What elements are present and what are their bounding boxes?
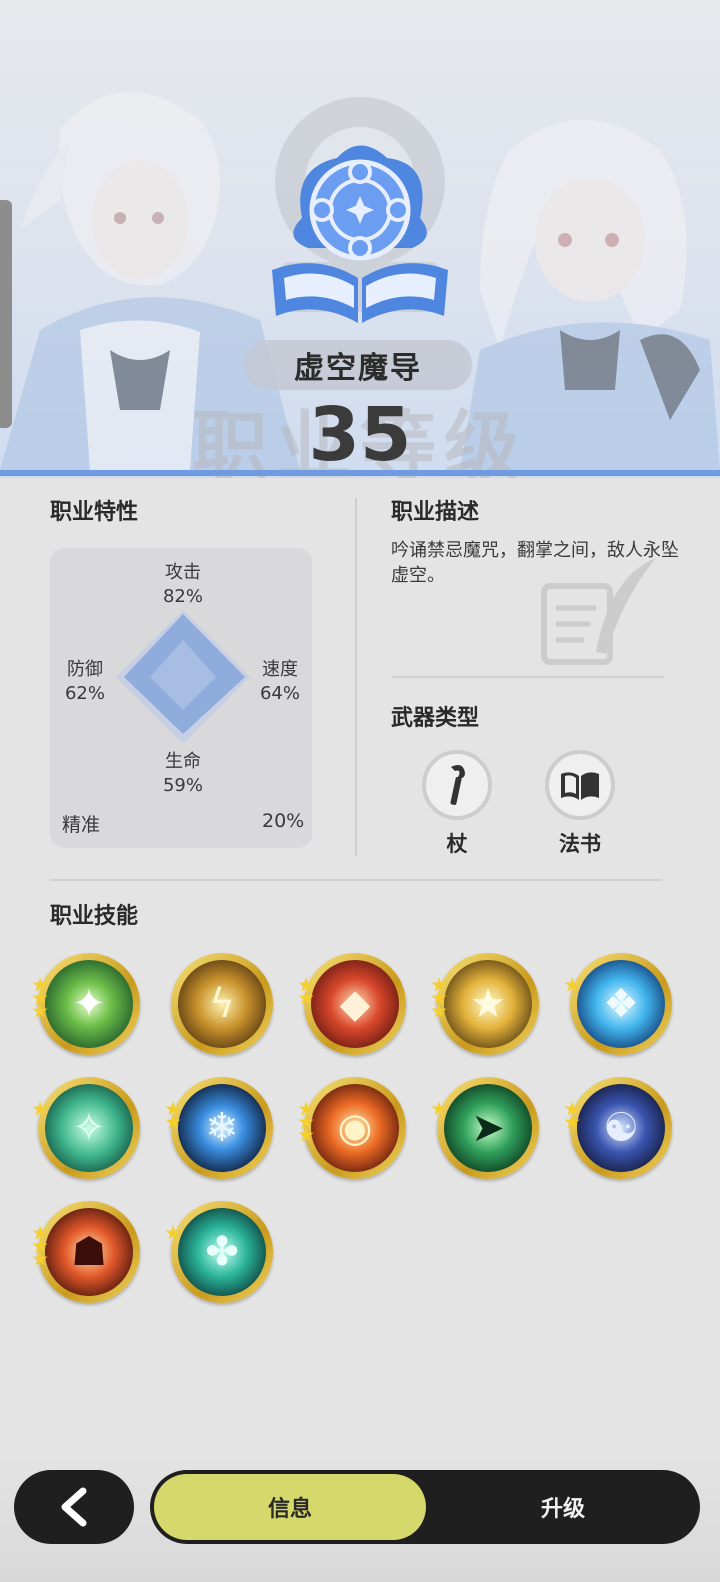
skill-slot[interactable]: ϟ [171, 953, 273, 1055]
description-title: 职业描述 [391, 500, 480, 525]
skill-star-rank [564, 1101, 584, 1129]
stat-defense-value: 62% [64, 683, 105, 704]
skill-slot[interactable]: ◆ [298, 953, 406, 1055]
tab-info[interactable]: 信息 [154, 1474, 426, 1540]
skill-star-rank [431, 1101, 451, 1116]
spellbook-icon [545, 750, 615, 820]
weapon-staff-label: 杖 [446, 832, 468, 856]
skill-slot[interactable]: ✤ [165, 1201, 273, 1303]
class-level: 35 [308, 392, 412, 478]
skill-icon: ☗ [45, 1208, 133, 1296]
back-button[interactable] [14, 1470, 134, 1544]
skill-slot[interactable]: ✦ [32, 953, 140, 1055]
header-divider [0, 470, 720, 476]
traits-title: 职业特性 [50, 500, 139, 525]
stat-speed-label: 速度 [262, 659, 298, 680]
stat-precision-label: 精准 [62, 814, 101, 836]
skill-icon: ϟ [178, 960, 266, 1048]
skill-star-rank [32, 1225, 52, 1266]
stat-attack-value: 82% [162, 586, 203, 607]
skill-icon: ➤ [444, 1084, 532, 1172]
chevron-left-icon [61, 1487, 87, 1527]
skill-star-rank [32, 1101, 52, 1116]
skill-slot[interactable]: ☯ [564, 1077, 672, 1179]
stat-life-value: 59% [162, 775, 203, 796]
skill-icon: ◉ [311, 1084, 399, 1172]
stat-attack: 攻击 82% [148, 561, 218, 609]
tab-upgrade[interactable]: 升级 [430, 1474, 696, 1540]
skill-star-rank [564, 977, 584, 992]
skill-slot[interactable]: ➤ [431, 1077, 539, 1179]
skill-icon: ✧ [45, 1084, 133, 1172]
skills-title: 职业技能 [50, 904, 139, 929]
stat-defense-label: 防御 [67, 659, 103, 680]
skill-slot[interactable]: ☗ [32, 1201, 140, 1303]
skills-divider [50, 879, 662, 881]
class-name: 虚空魔导 [244, 340, 472, 390]
column-divider [355, 498, 357, 856]
skill-icon: ✦ [45, 960, 133, 1048]
skill-star-rank [165, 1225, 185, 1240]
stat-life-label: 生命 [165, 751, 201, 772]
weapon-staff[interactable]: 杖 [417, 750, 497, 858]
skill-star-rank [431, 977, 451, 1018]
description-divider [392, 676, 664, 678]
void-mage-emblem-icon [272, 145, 448, 323]
skill-icon: ☯ [577, 1084, 665, 1172]
tab-bar: 信息 升级 [150, 1470, 700, 1544]
skill-icon: ★ [444, 960, 532, 1048]
skill-star-rank [298, 977, 318, 1005]
skill-icon: ❄ [178, 1084, 266, 1172]
staff-icon [422, 750, 492, 820]
skill-star-rank [298, 1101, 318, 1142]
stat-life: 生命 59% [148, 750, 218, 798]
skill-icon: ✤ [178, 1208, 266, 1296]
skill-slot[interactable]: ❄ [165, 1077, 273, 1179]
skill-star-rank [165, 1101, 185, 1129]
skill-slot[interactable]: ★ [431, 953, 539, 1055]
skill-icon: ❖ [577, 960, 665, 1048]
class-description: 吟诵禁忌魔咒，翻掌之间，敌人永坠虚空。 [391, 540, 679, 586]
stat-attack-label: 攻击 [165, 562, 201, 583]
stat-speed: 速度 64% [247, 658, 313, 706]
skill-slot[interactable]: ❖ [564, 953, 672, 1055]
class-header: 虚空魔导 职业等级 35 [0, 0, 720, 478]
weapons-title: 武器类型 [391, 706, 480, 731]
skill-slot[interactable]: ◉ [298, 1077, 406, 1179]
skill-star-rank [32, 977, 52, 1018]
stat-speed-value: 64% [259, 683, 300, 704]
skill-slot[interactable]: ✧ [32, 1077, 140, 1179]
stats-radar-chart [116, 610, 250, 744]
weapon-spellbook-label: 法书 [559, 832, 601, 856]
skill-icon: ◆ [311, 960, 399, 1048]
weapon-spellbook[interactable]: 法书 [540, 750, 620, 858]
stat-defense: 防御 62% [52, 658, 118, 706]
stat-precision-value: 20% [262, 810, 305, 832]
